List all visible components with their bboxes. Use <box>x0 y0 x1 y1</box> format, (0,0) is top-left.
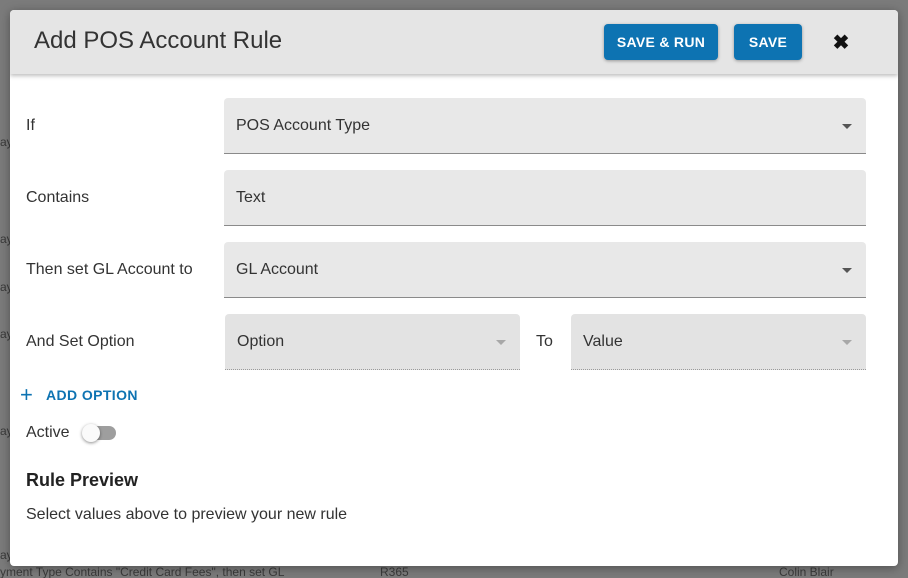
active-label: Active <box>26 424 70 441</box>
to-label: To <box>536 333 553 350</box>
gl-account-select[interactable]: GL Account <box>224 242 866 298</box>
bg-row-fragment: ay <box>0 135 10 149</box>
set-option-label: And Set Option <box>26 333 135 350</box>
save-button[interactable]: SAVE <box>734 24 802 60</box>
dropdown-arrow-icon <box>842 267 852 273</box>
option-value: Option <box>237 332 285 350</box>
bg-row-code: R365 <box>380 566 409 578</box>
value-value: Value <box>583 332 623 350</box>
dialog-header: Add POS Account Rule SAVE & RUN SAVE ✖ <box>10 10 898 74</box>
contains-text-placeholder: Text <box>236 188 266 206</box>
bg-row-fragment: ay <box>0 327 10 341</box>
close-icon[interactable]: ✖ <box>830 30 852 54</box>
rule-preview-text: Select values above to preview your new … <box>26 506 348 523</box>
save-and-run-button[interactable]: SAVE & RUN <box>604 24 718 60</box>
rule-preview-title: Rule Preview <box>26 470 139 490</box>
toggle-knob <box>82 424 100 442</box>
bg-row-fragment: ay <box>0 548 10 562</box>
add-rule-dialog: Add POS Account Rule SAVE & RUN SAVE ✖ I… <box>10 10 898 566</box>
bg-row-description: yment Type Contains "Credit Card Fees", … <box>0 566 285 578</box>
gl-account-value: GL Account <box>236 260 319 278</box>
dropdown-arrow-icon <box>842 339 852 345</box>
pos-account-type-select[interactable]: POS Account Type <box>224 98 866 154</box>
bg-table-row: yment Type Contains "Credit Card Fees", … <box>0 566 908 578</box>
gl-account-label: Then set GL Account to <box>26 261 193 278</box>
plus-icon: + <box>20 382 33 407</box>
pos-account-type-value: POS Account Type <box>236 116 371 134</box>
bg-row-fragment: ay <box>0 424 10 438</box>
if-label: If <box>26 117 35 134</box>
bg-row-fragment: ay <box>0 232 10 246</box>
active-toggle[interactable] <box>82 424 118 442</box>
dropdown-arrow-icon <box>496 339 506 345</box>
add-option-label: ADD OPTION <box>46 387 138 403</box>
option-select[interactable]: Option <box>225 314 520 370</box>
add-option-button[interactable]: + ADD OPTION <box>20 382 138 407</box>
bg-row-user: Colin Blair <box>779 566 834 578</box>
bg-row-fragment: ay <box>0 280 10 294</box>
dialog-title: Add POS Account Rule <box>34 27 283 54</box>
contains-text-input[interactable]: Text <box>224 170 866 226</box>
value-select[interactable]: Value <box>571 314 866 370</box>
contains-label: Contains <box>26 189 90 206</box>
dropdown-arrow-icon <box>842 123 852 129</box>
